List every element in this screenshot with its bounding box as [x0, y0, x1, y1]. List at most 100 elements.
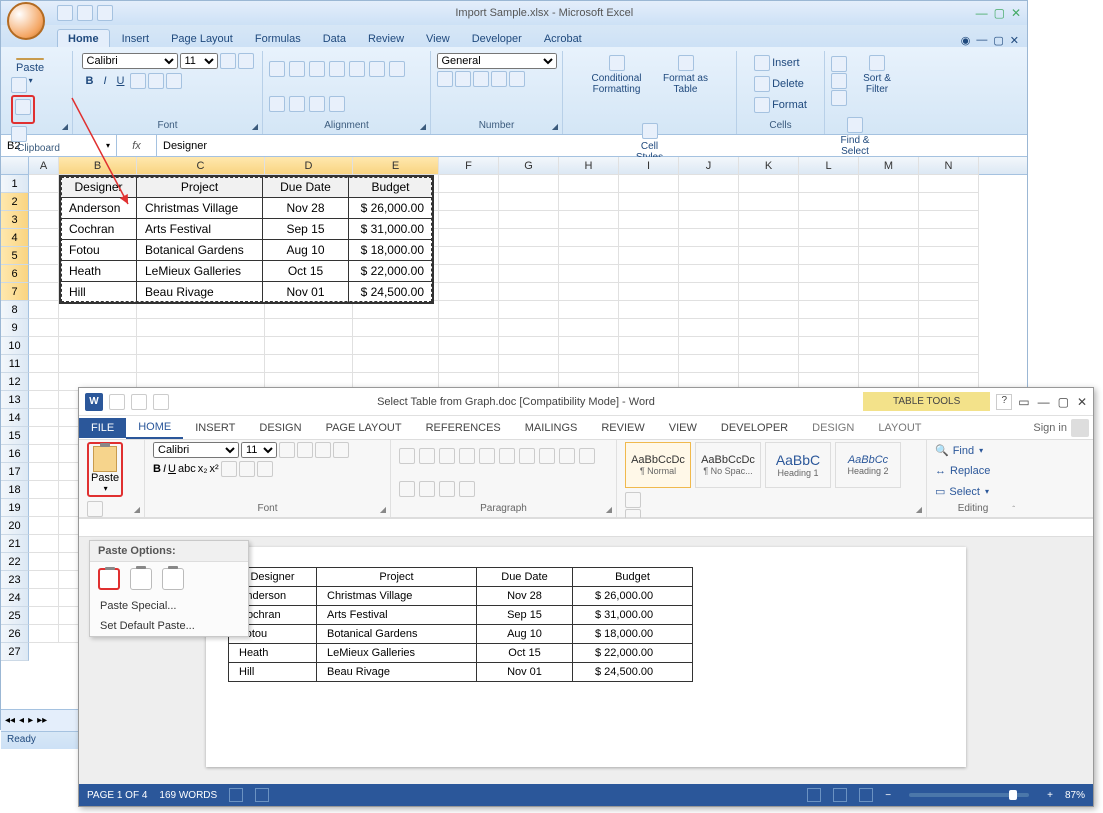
align-center-icon[interactable] [389, 61, 405, 77]
dialog-launcher-icon[interactable]: ◢ [420, 122, 426, 131]
ribbon-tab-insert[interactable]: INSERT [183, 418, 247, 438]
increase-indent-icon[interactable] [309, 96, 325, 112]
dialog-launcher-icon[interactable]: ◢ [606, 505, 612, 514]
zoom-value[interactable]: 87% [1065, 790, 1085, 801]
ribbon-tab-design[interactable]: DESIGN [247, 418, 313, 438]
row-header-24[interactable]: 24 [1, 589, 29, 607]
style-normal[interactable]: AaBbCcDc¶ Normal [625, 442, 691, 488]
select-all-button[interactable] [1, 157, 29, 174]
office-button[interactable] [7, 2, 45, 40]
pasted-table[interactable]: DesignerProjectDue DateBudgetAndersonChr… [228, 567, 693, 682]
increase-font-icon[interactable] [220, 53, 236, 69]
help-icon[interactable]: ? [996, 394, 1012, 410]
first-sheet-icon[interactable]: ◂◂ [5, 715, 15, 726]
row-header-2[interactable]: 2 [1, 193, 29, 211]
minimize-document-icon[interactable]: — [976, 34, 987, 47]
font-size-select[interactable]: 11 [180, 53, 218, 69]
sort-icon[interactable] [499, 448, 515, 464]
ribbon-tab-home[interactable]: Home [57, 29, 110, 47]
borders-icon[interactable] [459, 481, 475, 497]
row-header-3[interactable]: 3 [1, 211, 29, 229]
copy-button[interactable] [11, 95, 35, 124]
next-sheet-icon[interactable]: ▸ [28, 715, 33, 726]
fill-color-icon[interactable] [148, 73, 164, 89]
fill-icon[interactable] [831, 73, 847, 89]
decrease-indent-icon[interactable] [289, 96, 305, 112]
italic-button[interactable]: I [163, 463, 166, 475]
row-header-8[interactable]: 8 [1, 301, 29, 319]
row-header-14[interactable]: 14 [1, 409, 29, 427]
align-center-icon[interactable] [559, 448, 575, 464]
font-color-icon[interactable] [257, 461, 273, 477]
ribbon-tab-data[interactable]: Data [313, 30, 356, 47]
bold-button[interactable]: B [82, 71, 98, 91]
style-no-spacing[interactable]: AaBbCcDc¶ No Spac... [695, 442, 761, 488]
close-icon[interactable]: ✕ [1077, 395, 1087, 409]
row-header-9[interactable]: 9 [1, 319, 29, 337]
font-color-icon[interactable] [166, 73, 182, 89]
highlight-icon[interactable] [239, 461, 255, 477]
ribbon-tab-mailings[interactable]: MAILINGS [513, 418, 590, 438]
dialog-launcher-icon[interactable]: ◢ [916, 505, 922, 514]
decrease-indent-icon[interactable] [459, 448, 475, 464]
close-icon[interactable]: ✕ [1011, 6, 1021, 20]
row-header-17[interactable]: 17 [1, 463, 29, 481]
increase-indent-icon[interactable] [479, 448, 495, 464]
row-header-23[interactable]: 23 [1, 571, 29, 589]
minimize-icon[interactable]: — [976, 6, 988, 20]
dialog-launcher-icon[interactable]: ◢ [380, 505, 386, 514]
print-layout-icon[interactable] [833, 788, 847, 802]
currency-icon[interactable] [437, 71, 453, 87]
ribbon-tab-acrobat[interactable]: Acrobat [534, 30, 592, 47]
redo-icon[interactable] [97, 5, 113, 21]
decrease-decimal-icon[interactable] [509, 71, 525, 87]
ribbon-tab-view[interactable]: View [416, 30, 460, 47]
font-name-select[interactable]: Calibri [153, 442, 239, 458]
row-header-11[interactable]: 11 [1, 355, 29, 373]
align-bottom-icon[interactable] [309, 61, 325, 77]
select-button[interactable]: ▭Select▾ [935, 483, 989, 500]
cut-icon[interactable] [87, 501, 103, 517]
redo-icon[interactable] [153, 394, 169, 410]
collapse-ribbon-icon[interactable]: ˆ [1012, 505, 1015, 514]
restore-document-icon[interactable]: ▢ [993, 34, 1003, 47]
context-tab-design[interactable]: DESIGN [800, 418, 866, 438]
row-header-21[interactable]: 21 [1, 535, 29, 553]
superscript-button[interactable]: x² [210, 463, 219, 475]
context-tab-layout[interactable]: LAYOUT [866, 418, 933, 438]
ribbon-tab-developer[interactable]: Developer [462, 30, 532, 47]
page[interactable]: DesignerProjectDue DateBudgetAndersonChr… [206, 547, 966, 767]
row-header-15[interactable]: 15 [1, 427, 29, 445]
border-icon[interactable] [130, 73, 146, 89]
fx-button[interactable]: fx [117, 135, 157, 156]
page-indicator[interactable]: PAGE 1 OF 4 [87, 790, 147, 801]
row-header-4[interactable]: 4 [1, 229, 29, 247]
save-icon[interactable] [57, 5, 73, 21]
delete-cells-button[interactable]: Delete [750, 74, 808, 94]
italic-button[interactable]: I [99, 71, 110, 91]
minimize-icon[interactable]: — [1038, 395, 1050, 409]
restore-icon[interactable]: ▢ [1058, 395, 1069, 409]
align-left-icon[interactable] [539, 448, 555, 464]
last-sheet-icon[interactable]: ▸▸ [37, 715, 47, 726]
row-header-1[interactable]: 1 [1, 175, 29, 193]
macro-icon[interactable] [255, 788, 269, 802]
row-header-26[interactable]: 26 [1, 625, 29, 643]
ribbon-tab-review[interactable]: REVIEW [589, 418, 656, 438]
subscript-button[interactable]: x₂ [198, 463, 208, 475]
ribbon-tab-view[interactable]: VIEW [657, 418, 709, 438]
style-heading1[interactable]: AaBbCHeading 1 [765, 442, 831, 488]
style-heading2[interactable]: AaBbCcHeading 2 [835, 442, 901, 488]
align-left-icon[interactable] [369, 61, 385, 77]
align-middle-icon[interactable] [289, 61, 305, 77]
text-effects-icon[interactable] [221, 461, 237, 477]
align-top-icon[interactable] [269, 61, 285, 77]
set-default-paste-item[interactable]: Set Default Paste... [90, 616, 248, 636]
prev-sheet-icon[interactable]: ◂ [19, 715, 24, 726]
row-header-22[interactable]: 22 [1, 553, 29, 571]
dialog-launcher-icon[interactable]: ◢ [252, 122, 258, 131]
merge-center-icon[interactable] [329, 96, 345, 112]
sort-filter-button[interactable]: Sort & Filter [853, 53, 901, 109]
format-painter-icon[interactable] [11, 126, 27, 142]
cut-icon[interactable] [11, 77, 27, 93]
